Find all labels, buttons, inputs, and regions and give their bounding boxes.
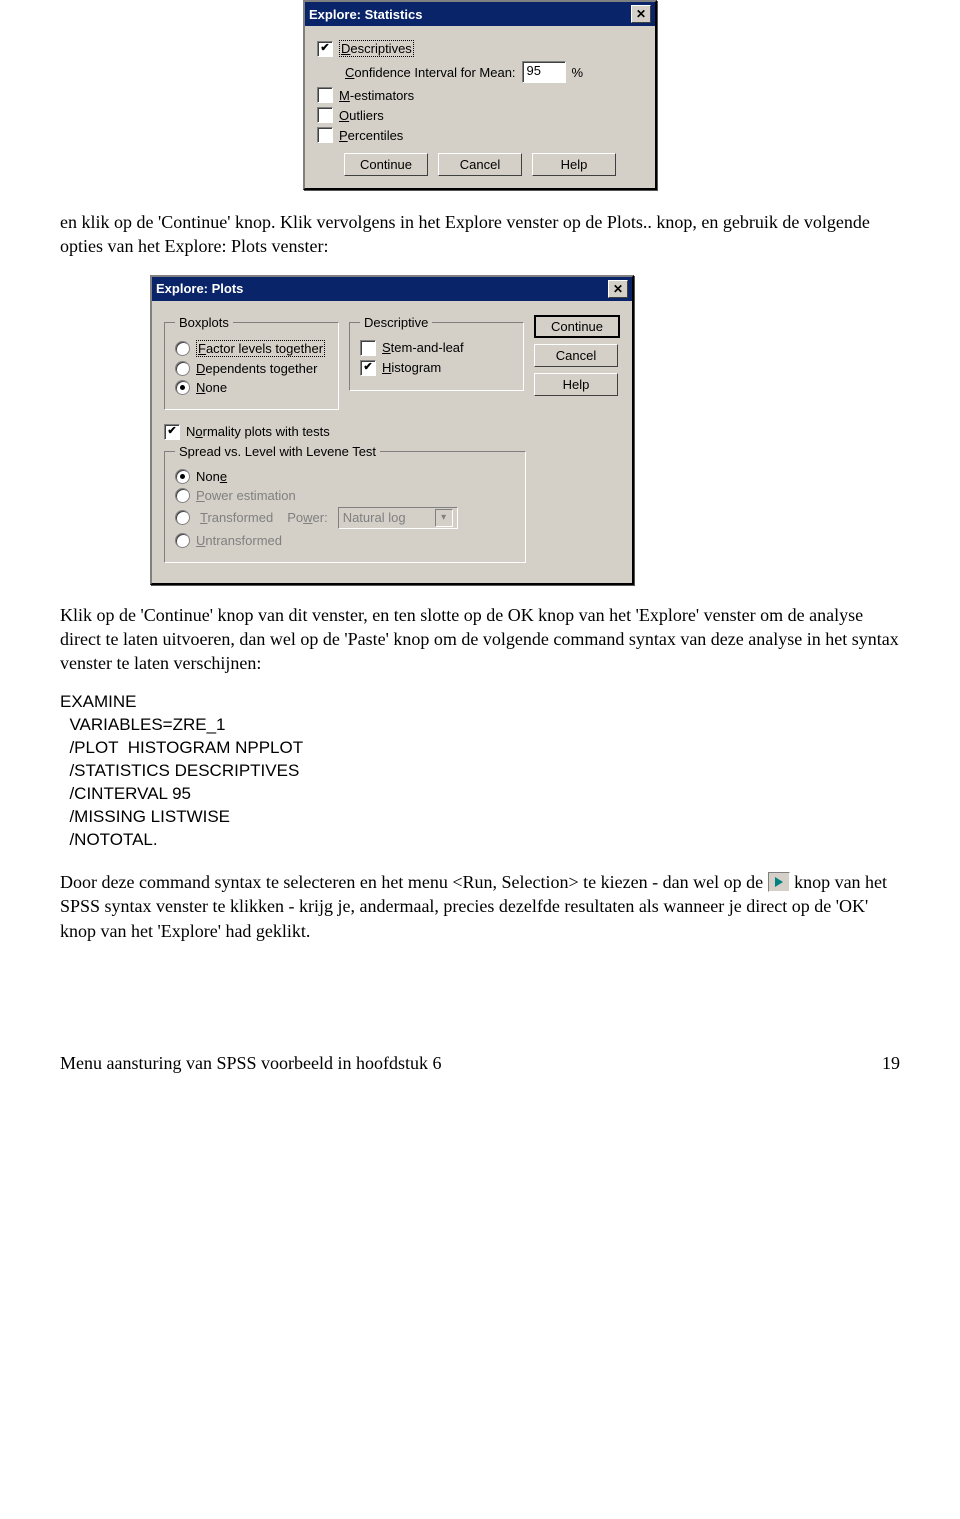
descriptives-label: escriptives bbox=[350, 41, 411, 56]
power-value-label: Natural log bbox=[343, 510, 406, 525]
outliers-checkbox[interactable]: Outliers bbox=[317, 107, 643, 123]
explore-plots-dialog: Explore: Plots ✕ Boxplots Factor levels … bbox=[150, 275, 634, 585]
percent-label: % bbox=[572, 65, 584, 80]
confidence-interval-row: Confidence Interval for Mean: 95 % bbox=[345, 61, 643, 83]
close-icon[interactable]: ✕ bbox=[631, 5, 651, 23]
paragraph-3-a: Door deze command syntax te selecteren e… bbox=[60, 872, 768, 892]
spss-syntax-block: EXAMINE VARIABLES=ZRE_1 /PLOT HISTOGRAM … bbox=[60, 691, 900, 852]
dialog-title: Explore: Plots bbox=[156, 281, 243, 296]
run-icon bbox=[768, 872, 790, 892]
normality-plots-checkbox[interactable]: ✔ Normality plots with tests bbox=[164, 424, 620, 440]
descriptive-legend: Descriptive bbox=[360, 315, 432, 330]
dialog-title: Explore: Statistics bbox=[309, 7, 422, 22]
paragraph-3: Door deze command syntax te selecteren e… bbox=[60, 870, 900, 943]
percentiles-checkbox[interactable]: Percentiles bbox=[317, 127, 643, 143]
cancel-button[interactable]: Cancel bbox=[438, 153, 522, 176]
spread-power-estimation-radio: Power estimation bbox=[175, 488, 515, 503]
continue-button[interactable]: Continue bbox=[534, 315, 620, 338]
titlebar: Explore: Statistics ✕ bbox=[305, 2, 655, 26]
mestimators-checkbox[interactable]: M-estimators bbox=[317, 87, 643, 103]
paragraph-2: Klik op de 'Continue' knop van dit venst… bbox=[60, 603, 900, 676]
cancel-button[interactable]: Cancel bbox=[534, 344, 618, 367]
spread-legend: Spread vs. Level with Levene Test bbox=[175, 444, 380, 459]
spread-untransformed-radio: Untransformed bbox=[175, 533, 515, 548]
descriptives-checkbox[interactable]: ✔ Descriptives bbox=[317, 40, 643, 57]
factor-levels-radio[interactable]: Factor levels together bbox=[175, 340, 328, 357]
close-icon[interactable]: ✕ bbox=[608, 280, 628, 298]
spread-transformed-radio: Transformed Power: Natural log ▾ bbox=[175, 507, 515, 529]
footer-text: Menu aansturing van SPSS voorbeeld in ho… bbox=[60, 1053, 441, 1074]
help-button[interactable]: Help bbox=[532, 153, 616, 176]
power-dropdown: Natural log ▾ bbox=[338, 507, 458, 529]
boxplots-legend: Boxplots bbox=[175, 315, 233, 330]
paragraph-1: en klik op de 'Continue' knop. Klik verv… bbox=[60, 210, 900, 259]
page-footer: Menu aansturing van SPSS voorbeeld in ho… bbox=[60, 1053, 900, 1074]
footer-page-number: 19 bbox=[882, 1053, 900, 1074]
histogram-checkbox[interactable]: ✔ Histogram bbox=[360, 360, 513, 376]
spread-none-radio[interactable]: None bbox=[175, 469, 515, 484]
confidence-interval-input[interactable]: 95 bbox=[522, 61, 566, 83]
dependents-together-radio[interactable]: Dependents together bbox=[175, 361, 328, 376]
chevron-down-icon: ▾ bbox=[435, 509, 453, 527]
boxplots-none-radio[interactable]: None bbox=[175, 380, 328, 395]
titlebar: Explore: Plots ✕ bbox=[152, 277, 632, 301]
continue-button[interactable]: Continue bbox=[344, 153, 428, 176]
stem-and-leaf-checkbox[interactable]: Stem-and-leaf bbox=[360, 340, 513, 356]
help-button[interactable]: Help bbox=[534, 373, 618, 396]
explore-statistics-dialog: Explore: Statistics ✕ ✔ Descriptives Con… bbox=[303, 0, 657, 190]
